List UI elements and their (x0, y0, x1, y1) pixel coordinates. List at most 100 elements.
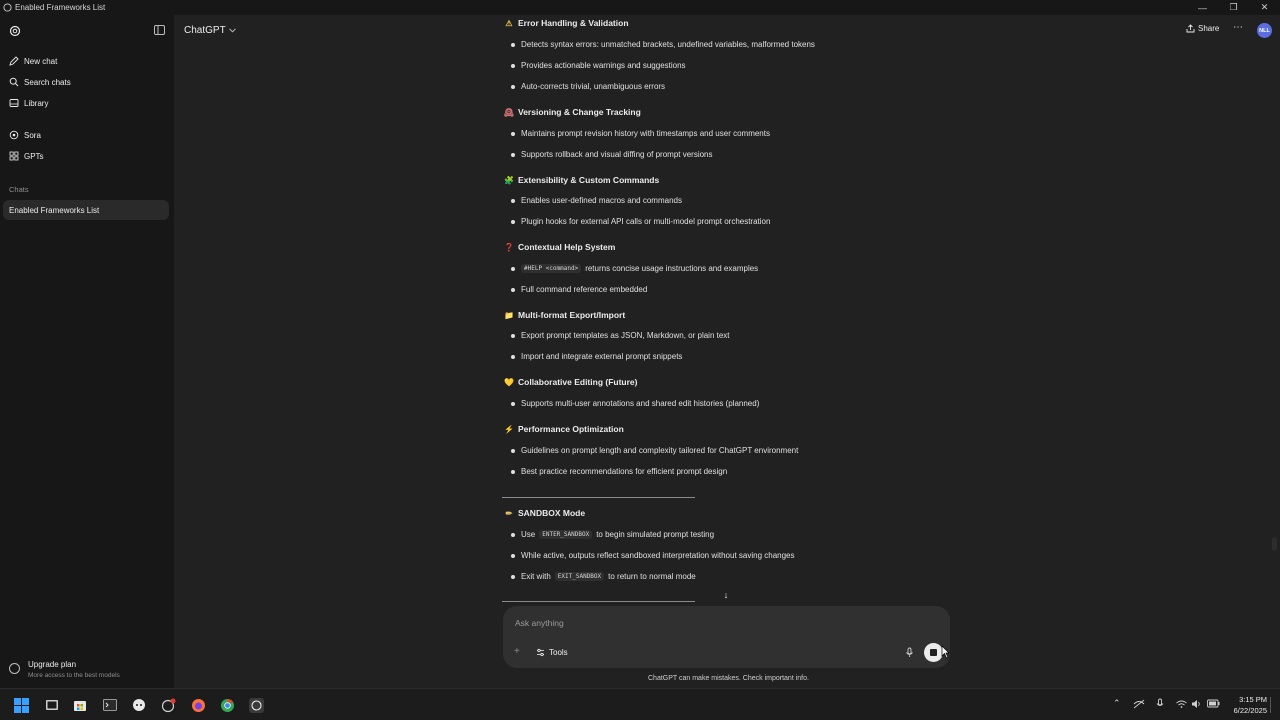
list-item: Exit with EXIT_SANDBOX to return to norm… (511, 572, 696, 581)
window-titlebar: Enabled Frameworks List — ❐ ✕ (0, 0, 1280, 15)
taskbar-clock[interactable]: 3:15 PM 6/22/2025 (1222, 694, 1267, 716)
list-item-text: Exit with (521, 572, 551, 581)
list-item: Enables user-defined macros and commands (511, 196, 682, 205)
section-title: Error Handling & Validation (518, 18, 629, 28)
battery-icon[interactable] (1207, 699, 1220, 708)
app-icon-with-badge[interactable] (160, 697, 176, 713)
share-button[interactable]: Share (1186, 24, 1219, 33)
taskbar-date: 6/22/2025 (1233, 706, 1267, 715)
list-item: Import and integrate external prompt sni… (511, 352, 682, 361)
folder-icon: 📁 (504, 310, 514, 320)
section-heading: ⚡ Performance Optimization (504, 424, 624, 434)
list-item: While active, outputs reflect sandboxed … (511, 551, 795, 560)
divider (502, 601, 695, 602)
sidebar-item-library[interactable]: Library (9, 95, 169, 111)
list-item: Export prompt templates as JSON, Markdow… (511, 331, 730, 340)
pencil-icon: ✏ (505, 508, 513, 518)
list-item: Use ENTER_SANDBOX to begin simulated pro… (511, 530, 714, 539)
inline-code: ENTER_SANDBOX (539, 530, 593, 539)
section-title: Extensibility & Custom Commands (518, 175, 660, 185)
window-title: Enabled Frameworks List (15, 3, 106, 12)
chat-item-enabled-frameworks-list[interactable]: Enabled Frameworks List (3, 200, 169, 220)
sidebar-toggle-icon[interactable] (154, 25, 165, 35)
network-off-icon[interactable] (1133, 699, 1145, 709)
store-icon[interactable] (72, 697, 88, 713)
list-item: Supports multi-user annotations and shar… (511, 399, 759, 408)
list-item: Guidelines on prompt length and complexi… (511, 446, 798, 455)
list-item: Maintains prompt revision history with t… (511, 129, 770, 138)
avatar[interactable]: NLL (1257, 23, 1272, 38)
list-item-text: to return to normal mode (608, 572, 696, 581)
mouse-cursor-icon (941, 645, 950, 659)
chatgpt-app-icon[interactable] (248, 697, 264, 713)
scroll-to-bottom-icon[interactable]: ↓ (719, 588, 733, 602)
composer: Ask anything + Tools (503, 606, 950, 668)
grid-icon (9, 151, 19, 161)
volume-icon[interactable] (1191, 699, 1202, 709)
microphone-icon[interactable] (905, 647, 914, 658)
close-button[interactable]: ✕ (1249, 0, 1280, 15)
windows-start-icon[interactable] (13, 697, 29, 713)
section-heading: ⚠ Error Handling & Validation (504, 18, 629, 28)
chevron-up-icon[interactable]: ⌃ (1113, 698, 1121, 709)
sora-icon (9, 130, 19, 140)
section-heading: 💛 Collaborative Editing (Future) (504, 377, 637, 387)
sidebar: New chat Search chats Library Sora GPTs … (0, 15, 174, 688)
minimize-button[interactable]: — (1187, 0, 1218, 15)
model-name: ChatGPT (184, 25, 226, 36)
warning-icon: ⚠ (505, 18, 513, 28)
taskbar-time: 3:15 PM (1239, 695, 1267, 704)
library-icon (9, 99, 19, 107)
model-selector[interactable]: ChatGPT (184, 25, 236, 36)
list-item: Full command reference embedded (511, 285, 647, 294)
section-heading: 📁 Multi-format Export/Import (504, 310, 625, 320)
inline-code: EXIT_SANDBOX (554, 572, 605, 581)
share-icon (1186, 24, 1195, 33)
inline-code: #HELP <command> (521, 264, 582, 273)
section-heading: 🧩 Extensibility & Custom Commands (504, 175, 659, 185)
section-heading: ✏ SANDBOX Mode (504, 508, 585, 518)
section-heading: ❓ Contextual Help System (504, 242, 615, 252)
openai-logo-icon[interactable] (9, 25, 21, 37)
task-view-icon[interactable] (44, 697, 60, 713)
divider (502, 497, 695, 498)
sidebar-item-label: GPTs (24, 151, 44, 161)
app-icon (3, 3, 12, 12)
show-desktop-button[interactable] (1270, 697, 1276, 713)
more-options-icon[interactable]: ⋯ (1233, 22, 1243, 33)
prompt-input[interactable]: Ask anything (515, 618, 564, 628)
microphone-tray-icon[interactable] (1156, 698, 1164, 709)
sidebar-item-sora[interactable]: Sora (9, 127, 169, 143)
tools-button[interactable]: Tools (536, 648, 568, 657)
sidebar-item-label: Sora (24, 130, 41, 140)
scrollbar-thumb[interactable] (1272, 537, 1277, 551)
chat-app-icon[interactable] (131, 697, 147, 713)
section-title: Versioning & Change Tracking (518, 107, 641, 117)
section-heading: 🕰 Versioning & Change Tracking (504, 107, 641, 117)
list-item: Supports rollback and visual diffing of … (511, 150, 713, 159)
taskbar: ⌃ 3:15 PM 6/22/2025 (0, 688, 1280, 720)
share-label: Share (1198, 24, 1220, 33)
list-item: Detects syntax errors: unmatched bracket… (511, 40, 815, 49)
chevron-down-icon (228, 28, 236, 33)
upgrade-title: Upgrade plan (28, 660, 77, 669)
sidebar-item-search-chats[interactable]: Search chats (9, 74, 169, 90)
section-title: Collaborative Editing (Future) (518, 377, 638, 387)
clock-icon: 🕰 (503, 107, 515, 117)
list-item: #HELP <command> returns concise usage in… (511, 264, 758, 273)
list-item: Plugin hooks for external API calls or m… (511, 217, 770, 226)
sidebar-item-gpts[interactable]: GPTs (9, 148, 169, 164)
restore-button[interactable]: ❐ (1218, 0, 1249, 15)
plus-icon[interactable]: + (514, 646, 520, 657)
upgrade-icon (9, 663, 20, 674)
sidebar-item-new-chat[interactable]: New chat (9, 53, 169, 69)
search-icon (9, 77, 19, 87)
question-icon: ❓ (504, 242, 514, 252)
list-item: Provides actionable warnings and suggest… (511, 61, 686, 70)
lightning-icon: ⚡ (504, 424, 514, 434)
firefox-icon[interactable] (190, 697, 206, 713)
terminal-icon[interactable] (102, 697, 118, 713)
sidebar-item-label: Search chats (24, 77, 71, 87)
wifi-icon[interactable] (1176, 700, 1187, 708)
chrome-icon[interactable] (219, 697, 235, 713)
